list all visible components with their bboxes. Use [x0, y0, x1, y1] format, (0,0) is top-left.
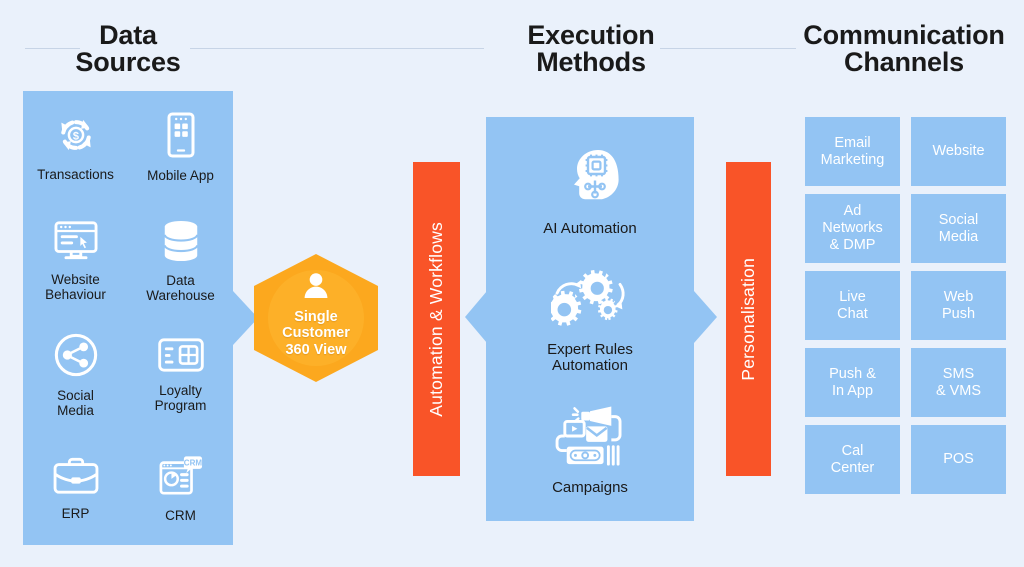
data-warehouse-icon: [160, 219, 202, 268]
ai-head-chip-icon: [558, 146, 622, 213]
personalisation-bar[interactable]: Personalisation: [726, 162, 771, 476]
data-source-item-social-media[interactable]: Social Media: [23, 318, 128, 432]
channel-cell-email-marketing[interactable]: Email Marketing: [805, 117, 900, 186]
data-source-item-crm[interactable]: CRM CRM: [128, 432, 233, 546]
channel-cell-live-chat[interactable]: Live Chat: [805, 271, 900, 340]
automation-workflows-label: Automation & Workflows: [426, 221, 446, 417]
social-media-icon: [53, 332, 99, 383]
data-source-label: Mobile App: [147, 168, 214, 184]
automation-workflows-bar[interactable]: Automation & Workflows: [413, 162, 460, 476]
execution-panel-left-arrow-icon: [465, 291, 487, 343]
data-source-label: ERP: [61, 505, 90, 521]
channel-label: Web Push: [941, 288, 976, 322]
data-source-item-mobile-app[interactable]: Mobile App: [128, 91, 233, 205]
channel-cell-website[interactable]: Website: [911, 117, 1006, 186]
execution-item-expert-rules-automation[interactable]: Expert Rules Automation: [546, 267, 633, 376]
mobile-app-icon: [164, 112, 198, 163]
channel-label: Cal Center: [830, 442, 875, 476]
data-source-label: Transactions: [37, 167, 114, 183]
execution-item-ai-automation[interactable]: AI Automation: [543, 146, 637, 238]
channel-label: Ad Networks & DMP: [822, 203, 883, 253]
channel-cell-sms-vms[interactable]: SMS & VMS: [911, 348, 1006, 417]
diagram-canvas: Data Sources Execution Methods Communica…: [0, 0, 1024, 567]
column-title-communication-channels: Communication Channels: [803, 20, 1005, 77]
channel-cell-push-in-app[interactable]: Push & In App: [805, 348, 900, 417]
channel-label: Website: [932, 143, 985, 160]
data-source-label: Social Media: [57, 387, 94, 418]
channel-label: Social Media: [938, 211, 979, 245]
crm-icon: CRM: [158, 454, 204, 503]
website-behaviour-icon: [52, 220, 100, 267]
channel-label: SMS & VMS: [935, 365, 982, 399]
data-source-label: Data Warehouse: [146, 273, 215, 304]
data-source-label: Website Behaviour: [45, 272, 106, 303]
person-icon: [301, 271, 331, 306]
data-source-item-transactions[interactable]: $ Transactions: [23, 91, 128, 205]
campaigns-icon: [553, 405, 627, 472]
erp-icon: [52, 456, 100, 501]
loyalty-program-icon: [157, 337, 205, 378]
header-divider-right: [660, 48, 796, 49]
channel-cell-social-media[interactable]: Social Media: [911, 194, 1006, 263]
svg-text:CRM: CRM: [183, 458, 202, 467]
personalisation-label: Personalisation: [738, 257, 758, 381]
data-source-label: Loyalty Program: [154, 382, 207, 413]
execution-item-label: Expert Rules Automation: [547, 340, 633, 375]
data-source-item-website-behaviour[interactable]: Website Behaviour: [23, 205, 128, 319]
channel-label: Push & In App: [829, 365, 876, 399]
channel-cell-web-push[interactable]: Web Push: [911, 271, 1006, 340]
hub-label: Single Customer 360 View: [282, 309, 350, 358]
communication-channels-grid: Email Marketing Website Ad Networks & DM…: [805, 117, 1006, 494]
single-customer-360-hub[interactable]: Single Customer 360 View: [254, 254, 378, 382]
column-title-data-sources: Data Sources: [75, 20, 181, 77]
data-sources-panel: $ Transactions Mobile App Website Behavi…: [23, 91, 233, 545]
header-divider-middle: [190, 48, 484, 49]
svg-text:$: $: [72, 131, 78, 143]
execution-item-label: AI Automation: [543, 219, 637, 237]
channel-label: Email Marketing: [820, 134, 885, 168]
data-source-item-loyalty-program[interactable]: Loyalty Program: [128, 318, 233, 432]
column-title-execution-methods: Execution Methods: [527, 20, 655, 77]
gears-icon: [546, 267, 629, 334]
data-source-label: CRM: [165, 507, 196, 523]
execution-item-label: Campaigns: [552, 478, 628, 496]
execution-panel-right-arrow-icon: [694, 291, 717, 343]
channel-cell-pos[interactable]: POS: [911, 425, 1006, 494]
data-source-item-data-warehouse[interactable]: Data Warehouse: [128, 205, 233, 319]
channel-label: Live Chat: [837, 288, 868, 322]
transactions-icon: $: [53, 113, 99, 162]
execution-item-campaigns[interactable]: Campaigns: [552, 405, 628, 497]
channel-cell-ad-networks-dmp[interactable]: Ad Networks & DMP: [805, 194, 900, 263]
execution-methods-panel: AI Automation Expert Rules Automation Ca…: [486, 117, 694, 521]
channel-cell-cal-center[interactable]: Cal Center: [805, 425, 900, 494]
header-divider-left: [25, 48, 80, 49]
channel-label: POS: [943, 451, 974, 468]
data-source-item-erp[interactable]: ERP: [23, 432, 128, 546]
